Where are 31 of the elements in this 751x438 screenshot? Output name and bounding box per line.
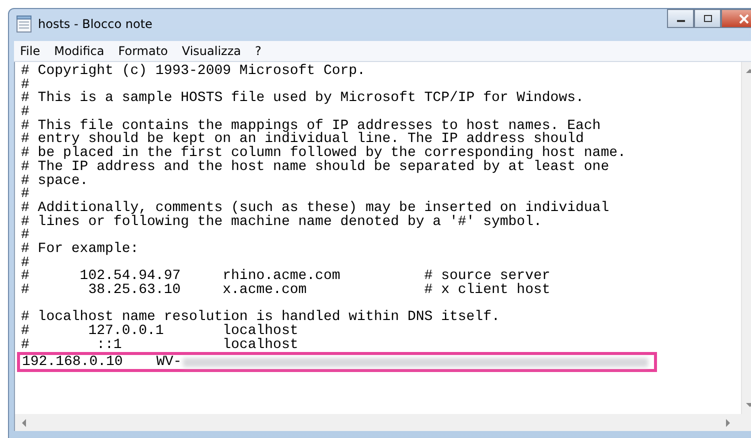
text-line: # The IP address and the host name should be separated by at least one: [21, 160, 610, 174]
text-line: #: [21, 256, 30, 270]
text-line: #: [21, 106, 30, 120]
text-line: # 102.54.94.97 rhino.acme.com # source server: [21, 270, 552, 284]
menu-item[interactable]: Formato: [118, 44, 168, 58]
text-line: #: [21, 229, 30, 243]
right-arrow-icon[interactable]: [725, 418, 731, 426]
text-line: # 127.0.0.1 localhost: [21, 325, 300, 339]
menu-item[interactable]: File: [20, 44, 40, 58]
text-line: # Copyright (c) 1993-2009 Microsoft Corp.: [21, 65, 366, 79]
text-line: # ::1 localhost: [21, 338, 300, 352]
window-title: hosts - Blocco note: [38, 17, 152, 31]
left-arrow-icon[interactable]: [21, 418, 27, 426]
close-icon: [738, 14, 750, 24]
text-line: # 38.25.63.10 x.acme.com # x client host: [21, 284, 552, 298]
text-line: # Additionally, comments (such as these) may be inserted on individual: [21, 202, 610, 216]
text-line: # be placed in the first column followed by the corresponding host name.: [21, 147, 627, 161]
notepad-icon: [16, 15, 32, 33]
text-line: # For example:: [21, 242, 140, 257]
text-line: 192.168.0.10 WV-: [22, 356, 182, 370]
text-line: #: [21, 78, 30, 92]
text-line: #: [21, 188, 30, 202]
minimize-button[interactable]: [667, 9, 694, 28]
text-line: # lines or following the machine name denoted by a '#' symbol.: [21, 216, 543, 230]
menu-item[interactable]: ?: [255, 44, 262, 58]
menu-item[interactable]: Visualizza: [182, 44, 241, 58]
maximize-button[interactable]: [694, 9, 721, 28]
text-line: # This is a sample HOSTS file used by Microsoft TCP/IP for Windows.: [21, 92, 585, 106]
menu-item[interactable]: Modifica: [54, 44, 104, 58]
maximize-icon: [702, 14, 712, 23]
text-line: # space.: [21, 174, 90, 188]
